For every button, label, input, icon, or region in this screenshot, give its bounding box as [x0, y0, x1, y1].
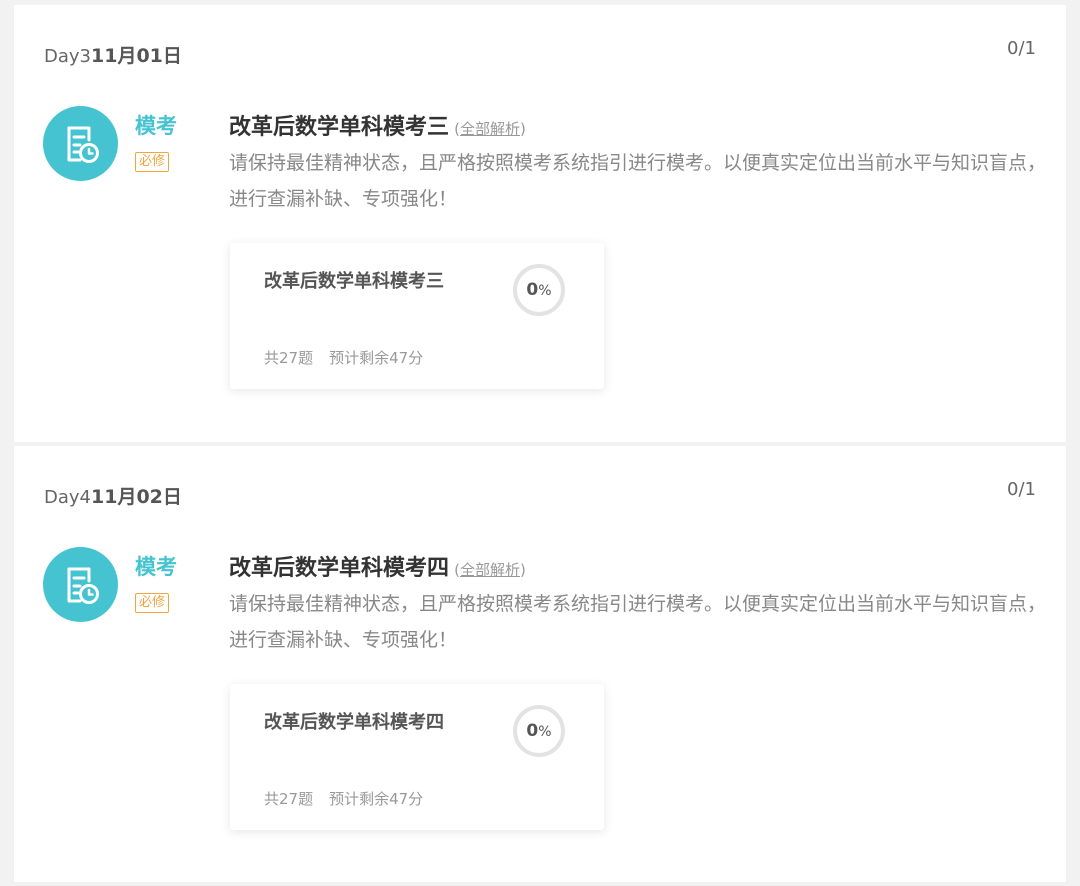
day-card: Day411月02日 0/1 模考 必修 改革后数学单科模考四 (全部解析) 请… [14, 446, 1066, 882]
progress-unit: % [538, 283, 552, 299]
exam-card-meta: 共27题 预计剩余47分 [264, 347, 423, 368]
time-remaining: 预计剩余47分 [329, 790, 424, 808]
question-count: 共27题 [264, 790, 314, 808]
progress-ring: 0% [512, 263, 566, 317]
task-type-label: 模考 [135, 114, 177, 138]
progress-percent: 0% [512, 704, 566, 758]
progress-value: 0 [526, 721, 539, 741]
exam-document-clock-icon [43, 106, 118, 181]
exam-description: 请保持最佳精神状态，且严格按照模考系统指引进行模考。以便真实定位出当前水平与知识… [229, 152, 1047, 210]
task-type-label: 模考 [135, 555, 177, 579]
exam-card-title: 改革后数学单科模考四 [264, 712, 444, 733]
time-remaining: 预计剩余47分 [329, 349, 424, 367]
exam-description: 请保持最佳精神状态，且严格按照模考系统指引进行模考。以便真实定位出当前水平与知识… [229, 593, 1047, 651]
exam-card-title: 改革后数学单科模考三 [264, 271, 444, 292]
day-label: Day3 [44, 46, 91, 67]
exam-card-meta: 共27题 预计剩余47分 [264, 788, 423, 809]
required-badge: 必修 [135, 593, 170, 613]
exam-title: 改革后数学单科模考四 [229, 556, 450, 581]
day-card: Day311月01日 0/1 模考 必修 改革后数学单科模考三 (全部解析) 请… [14, 5, 1066, 442]
paren-close: ) [519, 120, 526, 138]
paren-close: ) [519, 561, 526, 579]
day-date: 11月01日 [91, 45, 182, 67]
task-progress-count: 0/1 [1007, 38, 1036, 59]
exam-title-row: 改革后数学单科模考三 (全部解析) [229, 109, 526, 141]
day-header: Day311月01日 [44, 41, 182, 68]
day-header: Day411月02日 [44, 482, 182, 509]
exam-entry-card[interactable]: 改革后数学单科模考三 0% 共27题 预计剩余47分 [230, 243, 604, 389]
exam-document-clock-icon [43, 547, 118, 622]
full-analysis-link[interactable]: 全部解析 [460, 120, 520, 138]
progress-value: 0 [526, 280, 539, 300]
task-progress-count: 0/1 [1007, 479, 1036, 500]
progress-ring: 0% [512, 704, 566, 758]
exam-title: 改革后数学单科模考三 [229, 115, 450, 140]
progress-unit: % [538, 724, 552, 740]
full-analysis-link[interactable]: 全部解析 [460, 561, 520, 579]
question-count: 共27题 [264, 349, 314, 367]
progress-percent: 0% [512, 263, 566, 317]
day-label: Day4 [44, 487, 91, 508]
exam-entry-card[interactable]: 改革后数学单科模考四 0% 共27题 预计剩余47分 [230, 684, 604, 830]
required-badge: 必修 [135, 152, 170, 172]
day-date: 11月02日 [91, 486, 182, 508]
exam-title-row: 改革后数学单科模考四 (全部解析) [229, 550, 526, 582]
